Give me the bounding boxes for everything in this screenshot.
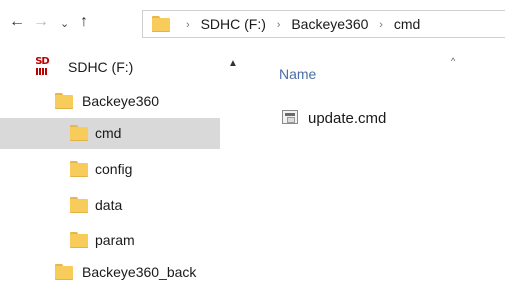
nav-item-param[interactable]: param bbox=[0, 225, 220, 256]
file-name: update.cmd bbox=[308, 110, 387, 127]
recent-locations-chevron-icon[interactable]: ⌄ bbox=[60, 15, 69, 33]
scroll-up-caret-icon[interactable]: ▲ bbox=[228, 58, 238, 69]
nav-item-label: SDHC (F:) bbox=[68, 59, 134, 75]
nav-item-label: Backeye360_back bbox=[82, 264, 197, 280]
nav-item-cmd[interactable]: cmd bbox=[0, 118, 220, 149]
list-item[interactable]: update.cmd bbox=[282, 108, 482, 130]
chevron-right-icon[interactable]: › bbox=[277, 19, 281, 31]
breadcrumb-cmd[interactable]: cmd bbox=[394, 16, 420, 32]
nav-item-label: data bbox=[95, 197, 123, 213]
navigation-pane: SD SDHC (F:) Backeye360 cmd config data … bbox=[0, 52, 246, 281]
column-header-name[interactable]: Name bbox=[279, 66, 316, 82]
folder-icon bbox=[70, 161, 88, 177]
folder-icon bbox=[152, 16, 170, 32]
nav-item-config[interactable]: config bbox=[0, 154, 220, 185]
breadcrumb-backeye360[interactable]: Backeye360 bbox=[291, 16, 368, 32]
folder-icon bbox=[55, 93, 73, 109]
forward-arrow-icon[interactable]: → bbox=[33, 13, 49, 31]
up-arrow-icon[interactable]: ↑ bbox=[80, 13, 88, 31]
folder-icon bbox=[70, 232, 88, 248]
file-list: ^ Name update.cmd bbox=[250, 44, 505, 281]
address-bar: ← → ⌄ ↑ › SDHC (F:) › Backeye360 › cmd bbox=[0, 0, 505, 44]
nav-item-backeye360[interactable]: Backeye360 bbox=[0, 86, 220, 117]
sd-card-icon: SD bbox=[32, 57, 52, 77]
path-box[interactable]: › SDHC (F:) › Backeye360 › cmd bbox=[142, 10, 505, 38]
nav-item-backeye360-back[interactable]: Backeye360_back bbox=[0, 257, 220, 288]
chevron-right-icon[interactable]: › bbox=[379, 19, 383, 31]
nav-item-label: config bbox=[95, 161, 133, 177]
nav-item-label: param bbox=[95, 232, 135, 248]
breadcrumb-drive[interactable]: SDHC (F:) bbox=[201, 16, 266, 32]
sort-caret-icon: ^ bbox=[451, 56, 456, 66]
back-arrow-icon[interactable]: ← bbox=[9, 13, 25, 31]
cmd-file-icon bbox=[282, 110, 298, 124]
nav-item-drive[interactable]: SD SDHC (F:) bbox=[0, 52, 220, 83]
nav-item-label: cmd bbox=[95, 125, 122, 141]
folder-icon bbox=[70, 197, 88, 213]
breadcrumb: › SDHC (F:) › Backeye360 › cmd bbox=[179, 16, 420, 32]
nav-item-data[interactable]: data bbox=[0, 190, 220, 221]
folder-icon bbox=[55, 264, 73, 280]
folder-icon bbox=[70, 125, 88, 141]
nav-item-label: Backeye360 bbox=[82, 93, 160, 109]
chevron-right-icon[interactable]: › bbox=[186, 19, 190, 31]
